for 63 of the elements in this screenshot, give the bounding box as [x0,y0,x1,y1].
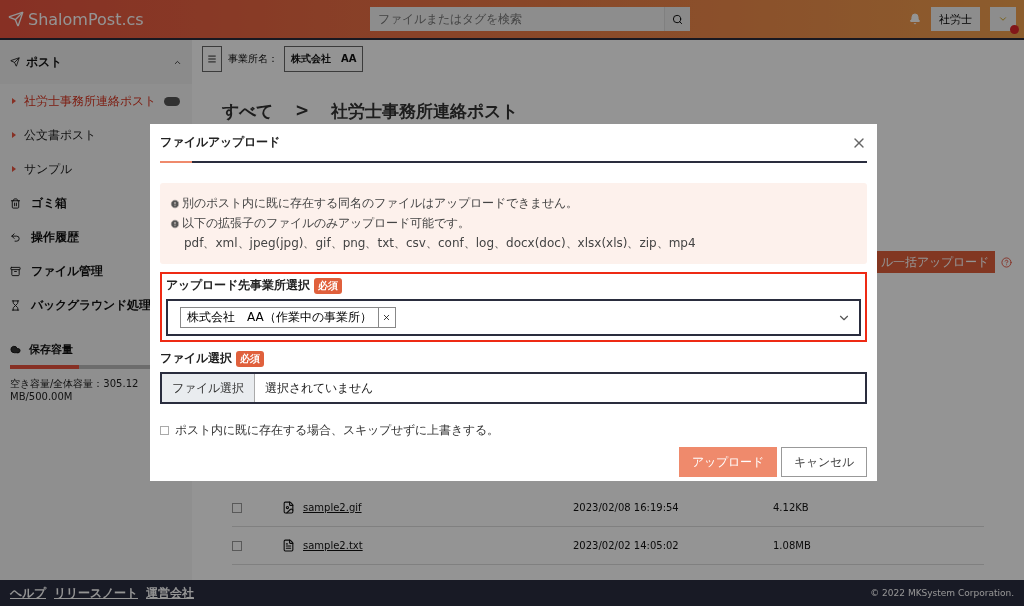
storage-text: 保存容量 [29,342,73,357]
cloud-icon [10,344,21,355]
bullet-icon [12,132,16,138]
breadcrumb-item: すべて [222,100,273,123]
footer-link[interactable]: リリースノート [54,584,138,602]
choose-file-button[interactable]: ファイル選択 [162,374,255,402]
field-label: アップロード先事業所選択 [166,277,310,294]
file-input[interactable]: ファイル選択 選択されていません [160,372,867,404]
logo-icon [8,11,24,27]
logo: ShalomPost.cs [8,9,360,29]
alert-icon [170,218,180,229]
required-badge: 必須 [314,277,342,294]
user-button[interactable]: 社労士 [931,7,980,31]
bullet-icon [12,166,16,172]
sidebar-item[interactable]: 社労士事務所連絡ポスト [0,84,192,118]
office-label: 事業所名： [228,52,278,66]
file-link[interactable]: sample2.txt [303,540,573,551]
footer-link[interactable]: ヘルプ [10,584,46,602]
bell-icon[interactable] [909,13,921,25]
field-label: ファイル選択 [160,350,232,367]
close-icon [382,313,392,322]
file-link[interactable]: sample2.gif [303,502,573,513]
menu-button[interactable] [202,46,222,72]
caret-icon [998,14,1008,24]
sidebar-section[interactable]: ポスト [0,40,192,84]
extension-list: pdf、xml、jpeg(jpg)、gif、png、txt、csv、conf、log、docx(doc)、xlsx(xls)、zip、mp4 [170,235,857,252]
trash-icon [10,197,21,209]
office-select[interactable]: 株式会社 AA [284,46,364,72]
image-file-icon [282,501,295,514]
footer-link[interactable]: 運営会社 [146,584,194,602]
required-badge: 必須 [236,350,264,367]
row-checkbox[interactable] [232,540,242,551]
size-cell-text: 4.12KB [773,502,810,513]
cancel-button[interactable]: キャンセル [781,447,867,477]
notice-text: 別のポスト内に既に存在する同名のファイルはアップロードできません。 [182,195,578,212]
file-name-text: 選択されていません [264,379,373,397]
help-icon[interactable] [1001,256,1012,268]
archive-icon [10,265,21,277]
count-pill [164,96,180,106]
checkbox-label: ポスト内に既に存在する場合、スキップせずに上書きする。 [175,422,499,439]
date-cell-text: 2023/02/02 14:05:02 [573,540,680,551]
alert-icon [170,198,180,209]
undo-icon [10,231,21,243]
overwrite-checkbox[interactable] [160,426,169,435]
notice-text: 以下の拡張子のファイルのみアップロード可能です。 [182,215,470,232]
office-multiselect[interactable]: 株式会社 AA（作業中の事業所） [166,299,861,336]
row-checkbox[interactable] [232,502,242,513]
bullet-icon [12,98,16,104]
copyright: © 2022 MKSystem Corporation. [870,588,1014,598]
send-icon [10,57,20,67]
breadcrumb-item: 社労士事務所連絡ポスト [331,100,519,123]
hourglass-icon [10,299,21,311]
office-chip: 株式会社 AA（作業中の事業所） [180,307,379,328]
menu-icon [207,54,217,64]
size-cell-text: 1.08MB [773,540,812,551]
section-label: ポスト [26,53,62,71]
breadcrumb-item: > [295,100,310,122]
dropdown-button[interactable] [990,7,1016,31]
date-cell-text: 2023/02/08 16:19:54 [573,502,680,513]
dialog-title: ファイルアップロード [160,134,280,151]
text-file-icon [282,539,295,552]
storage-detail: 空き容量/全体容量：305.12MB/500.00M [10,377,140,402]
search-icon [672,13,683,25]
